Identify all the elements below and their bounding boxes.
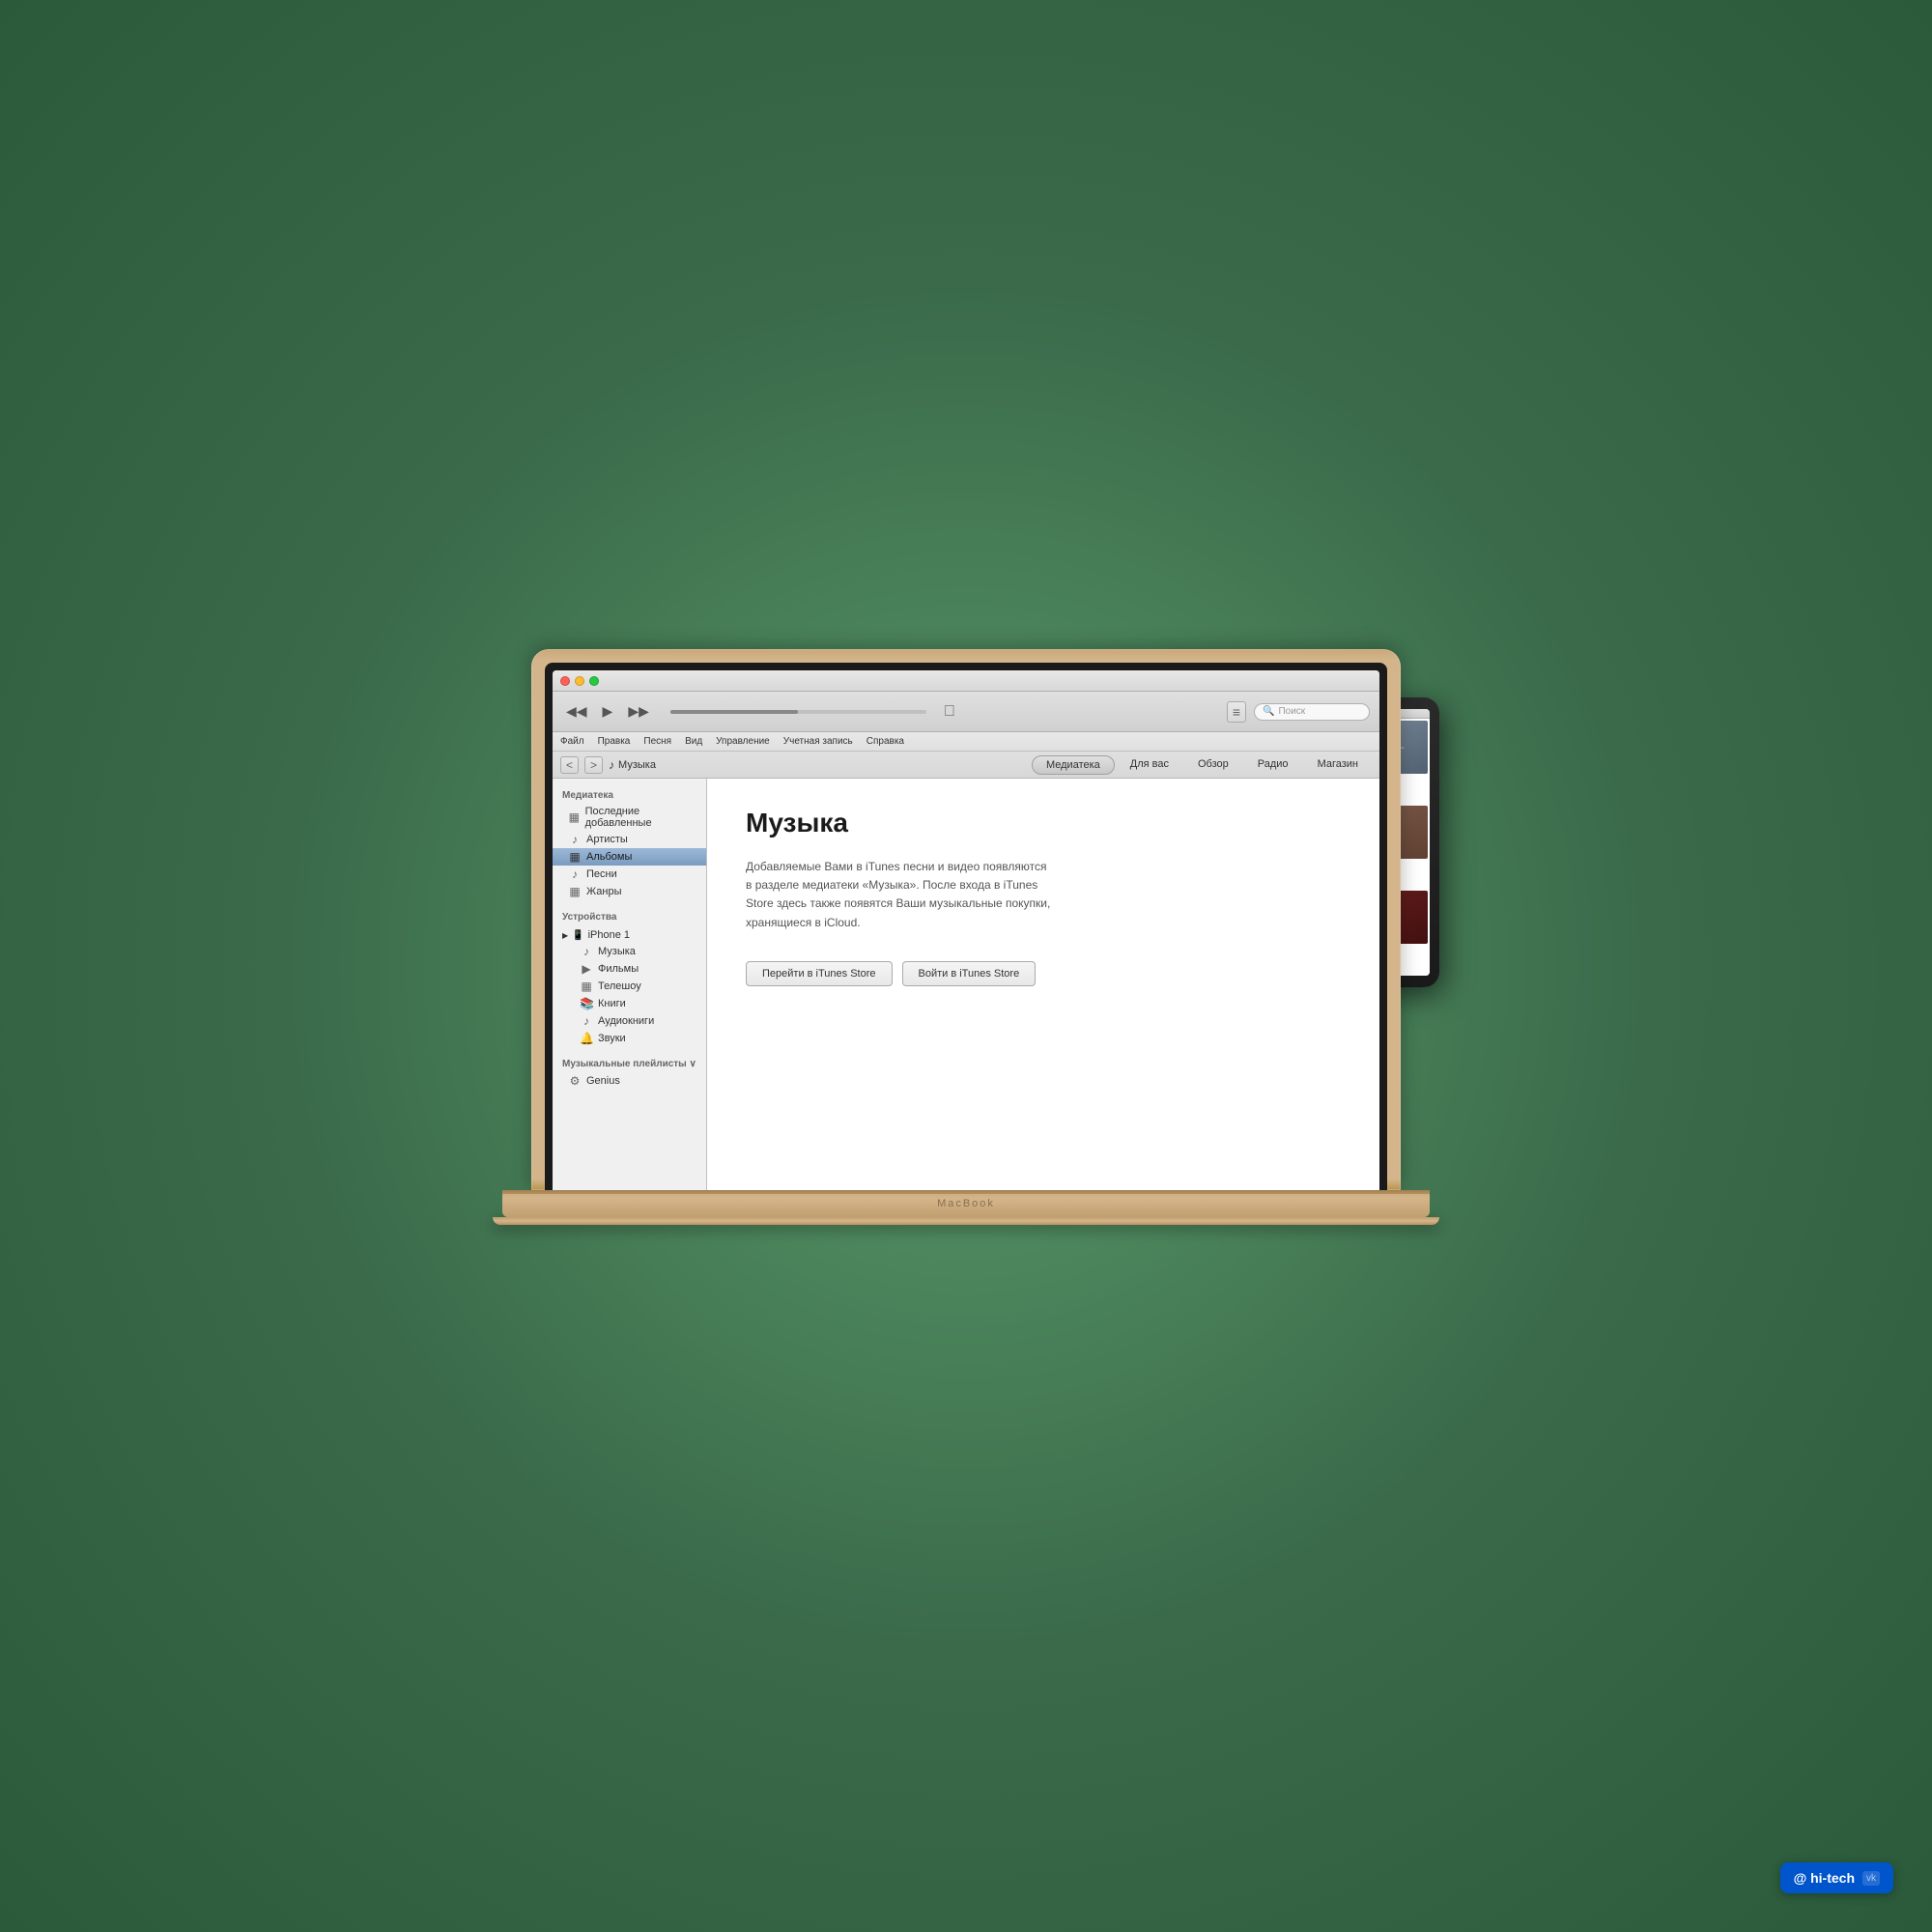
iphone-movies-icon: ▶ [580,962,593,976]
iphone-tvshows-icon: ▦ [580,980,593,993]
nav-location: ♪ Музыка [609,758,656,772]
tab-store[interactable]: Магазин [1304,755,1372,775]
menu-help[interactable]: Справка [867,736,904,747]
title-bar [553,670,1379,692]
artists-icon: ♪ [568,833,582,846]
content-title: Музыка [746,808,1341,838]
minimize-button[interactable] [575,676,584,686]
apple-logo-icon:  [944,703,955,721]
rewind-button[interactable]: ◀◀ [562,701,591,722]
macbook-screen: ◀◀ ▶ ▶▶  ≡ 🔍 Поиск [553,670,1379,1190]
sidebar-genius[interactable]: ⚙ Genius [553,1072,706,1090]
content-area: Музыка Добавляемые Вами в iTunes песни и… [707,779,1379,1190]
sidebar-iphone-audiobooks[interactable]: ♪ Аудиокниги [553,1012,706,1030]
goto-store-button[interactable]: Перейти в iTunes Store [746,961,893,986]
menu-account[interactable]: Учетная запись [783,736,853,747]
nav-bar: < > ♪ Музыка Медиатека Для вас Обзор Ра [553,752,1379,779]
devices-section-header: Устройства [553,906,706,925]
close-button[interactable] [560,676,570,686]
device-arrow-icon: ▶ [562,931,568,940]
forward-button[interactable]: ▶▶ [624,701,653,722]
itunes-window: ◀◀ ▶ ▶▶  ≡ 🔍 Поиск [553,670,1379,1190]
menu-view[interactable]: Вид [685,736,702,747]
macbook-lid: ◀◀ ▶ ▶▶  ≡ 🔍 Поиск [531,649,1401,1190]
macbook-hinge [502,1190,1430,1194]
maximize-button[interactable] [589,676,599,686]
sidebar-iphone-tones[interactable]: 🔔 Звуки [553,1030,706,1047]
recently-added-icon: ▦ [568,810,581,824]
iphone-books-icon: 📚 [580,997,593,1010]
nav-tabs: Медиатека Для вас Обзор Радио Магазин [1032,755,1372,775]
progress-bar[interactable] [670,710,926,714]
music-icon: ♪ [609,758,614,772]
sidebar: Медиатека ▦ Последние добавленные ♪ Арти… [553,779,707,1190]
device-name: iPhone 1 [588,929,630,941]
hitech-vk-badge: vk [1862,1871,1880,1886]
login-store-button[interactable]: Войти в iTunes Store [902,961,1037,986]
menu-edit[interactable]: Правка [598,736,631,747]
content-buttons: Перейти в iTunes Store Войти в iTunes St… [746,961,1341,986]
tab-radio[interactable]: Радио [1244,755,1302,775]
menu-bar: Файл Правка Песня Вид Управление Учетная… [553,732,1379,752]
genres-icon: ▦ [568,885,582,898]
iphone-tones-icon: 🔔 [580,1032,593,1045]
menu-song[interactable]: Песня [643,736,671,747]
macbook-base: MacBook [502,1190,1430,1217]
macbook-logo: MacBook [937,1198,995,1209]
sidebar-genres[interactable]: ▦ Жанры [553,883,706,900]
search-box[interactable]: 🔍 Поиск [1254,703,1370,721]
device-phone-icon: 📱 [572,930,583,941]
sidebar-songs[interactable]: ♪ Песни [553,866,706,883]
genius-icon: ⚙ [568,1074,582,1088]
tab-for-you[interactable]: Для вас [1117,755,1182,775]
list-view-button[interactable]: ≡ [1227,701,1246,723]
songs-icon: ♪ [568,867,582,881]
sidebar-iphone-books[interactable]: 📚 Книги [553,995,706,1012]
macbook-screen-bezel: ◀◀ ▶ ▶▶  ≡ 🔍 Поиск [545,663,1387,1190]
macbook-container: ◀◀ ▶ ▶▶ Медиатека ▦Recently Added ♪Artis… [531,649,1401,1225]
nav-forward-button[interactable]: > [584,756,603,774]
menu-control[interactable]: Управление [716,736,770,747]
main-content: Медиатека ▦ Последние добавленные ♪ Арти… [553,779,1379,1190]
sidebar-artists[interactable]: ♪ Артисты [553,831,706,848]
albums-icon: ▦ [568,850,582,864]
tab-browse[interactable]: Обзор [1184,755,1242,775]
nav-back-button[interactable]: < [560,756,579,774]
content-description: Добавляемые Вами в iTunes песни и видео … [746,858,1055,932]
iphone-music-icon: ♪ [580,945,593,958]
menu-file[interactable]: Файл [560,736,584,747]
sidebar-iphone-movies[interactable]: ▶ Фильмы [553,960,706,978]
sidebar-iphone-music[interactable]: ♪ Музыка [553,943,706,960]
search-placeholder: Поиск [1278,706,1305,717]
toolbar: ◀◀ ▶ ▶▶  ≡ 🔍 Поиск [553,692,1379,732]
hitech-logo: @ hi-tech [1794,1870,1855,1886]
sidebar-recently-added[interactable]: ▦ Последние добавленные [553,804,706,831]
device-iphone[interactable]: ▶ 📱 iPhone 1 [553,925,706,943]
sidebar-iphone-tvshows[interactable]: ▦ Телешоу [553,978,706,995]
nav-location-label: Музыка [618,759,656,771]
library-section-header: Медиатека [553,784,706,804]
sidebar-albums[interactable]: ▦ Альбомы [553,848,706,866]
hitech-badge: @ hi-tech vk [1780,1862,1893,1893]
iphone-audiobooks-icon: ♪ [580,1014,593,1028]
play-button[interactable]: ▶ [599,701,617,722]
tab-library[interactable]: Медиатека [1032,755,1115,775]
playlists-section-header[interactable]: Музыкальные плейлисты ∨ [553,1053,706,1072]
macbook-bottom [493,1217,1439,1225]
